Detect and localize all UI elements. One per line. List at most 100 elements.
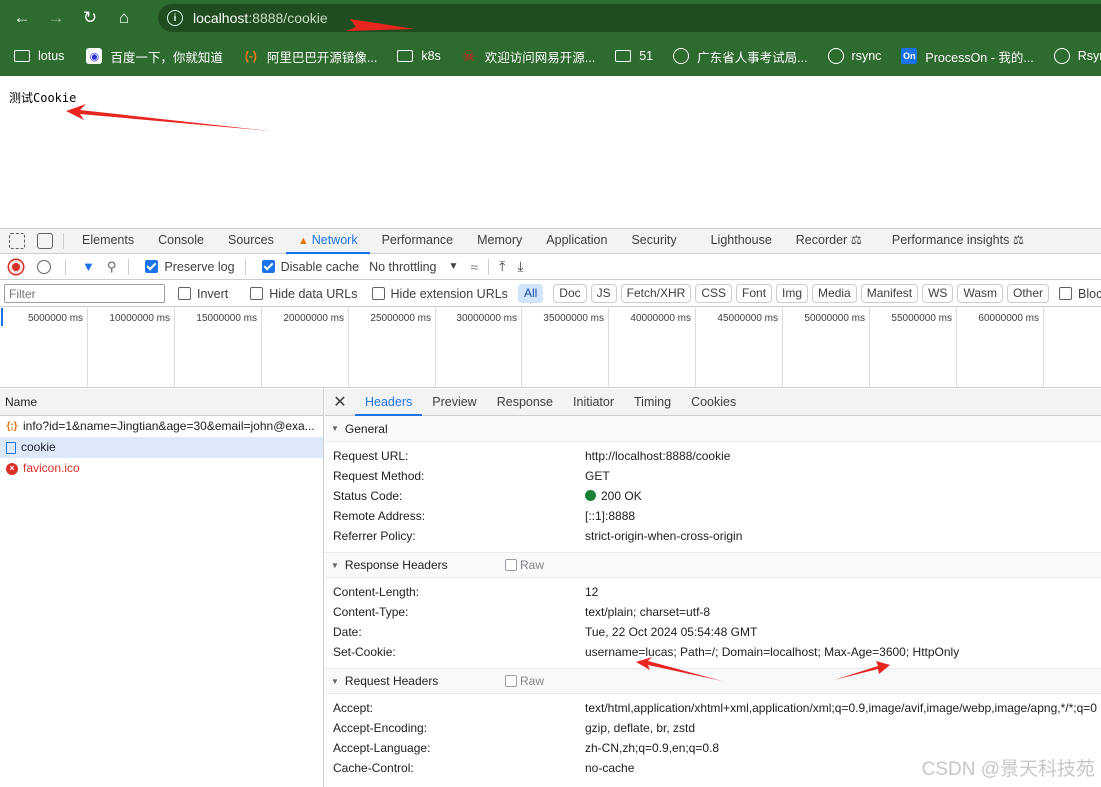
type-filter-css[interactable]: CSS [695, 284, 733, 303]
tab-memory[interactable]: Memory [465, 228, 534, 254]
forward-icon[interactable]: → [44, 6, 68, 30]
tab-sources[interactable]: Sources [216, 228, 286, 254]
back-icon[interactable]: ← [10, 6, 34, 30]
folder-icon [615, 50, 632, 62]
home-icon[interactable]: ⌂ [112, 6, 136, 30]
section-request-headers-header[interactable]: ▼ Request Headers Raw [325, 668, 1101, 694]
xhr-icon: {;} [6, 421, 18, 432]
record-stop-icon[interactable] [9, 259, 23, 274]
bookmark-gdrs[interactable]: 广东省人事考试局... [673, 47, 808, 66]
filter-input[interactable] [4, 284, 165, 303]
section-general-header[interactable]: ▼ General [325, 416, 1101, 442]
export-har-icon[interactable]: ⤓ [517, 258, 523, 275]
type-filter-js[interactable]: JS [590, 284, 617, 303]
type-filter-font[interactable]: Font [736, 284, 773, 303]
column-header-name[interactable]: Name [0, 389, 323, 416]
bookmark-rsync[interactable]: rsync [827, 48, 881, 64]
devtools-tabbar: Elements Console Sources ▲ Network Perfor… [0, 228, 1101, 254]
section-response-headers-header[interactable]: ▼ Response Headers Raw [325, 552, 1101, 578]
bookmark-baidu[interactable]: ◉ 百度一下，你就知道 [86, 47, 223, 66]
info-icon[interactable]: i [167, 10, 183, 26]
reload-icon[interactable]: ↻ [78, 6, 102, 30]
network-toolbar: ▼ ⚲ Preserve log Disable cache No thrott… [0, 254, 1101, 280]
filter-icon[interactable]: ▼ [82, 259, 95, 274]
network-conditions-icon[interactable]: ≈ [470, 259, 478, 275]
type-filter-doc[interactable]: Doc [553, 284, 587, 303]
hide-extension-urls-checkbox[interactable]: Hide extension URLs [371, 287, 508, 301]
bookmark-k8s[interactable]: k8s [397, 49, 441, 63]
header-row: Accept: text/html,application/xhtml+xml,a… [333, 701, 1097, 715]
tab-preview[interactable]: Preview [422, 389, 486, 416]
type-filter-ws[interactable]: WS [922, 284, 954, 303]
bookmark-aliyun[interactable]: (-) 阿里巴巴开源镜像... [243, 47, 377, 66]
tab-elements[interactable]: Elements [70, 228, 146, 254]
tab-timing[interactable]: Timing [624, 389, 681, 416]
type-filter-media[interactable]: Media [812, 284, 857, 303]
page-viewport: 测试Cookie [0, 76, 1101, 226]
address-bar[interactable]: i localhost:8888/cookie [158, 4, 1101, 32]
device-toolbar-icon[interactable] [37, 233, 53, 249]
timeline-gridline [348, 308, 349, 388]
timeline-gridline [869, 308, 870, 388]
invert-checkbox[interactable]: Invert [178, 287, 228, 301]
header-row: Date: Tue, 22 Oct 2024 05:54:48 GMT [333, 625, 758, 639]
tab-performance[interactable]: Performance [370, 228, 466, 254]
type-filter-other[interactable]: Other [1007, 284, 1050, 303]
timeline-label: 60000000 ms [978, 313, 1039, 324]
tab-initiator[interactable]: Initiator [563, 389, 624, 416]
bookmark-51[interactable]: 51 [615, 49, 653, 63]
tab-recorder[interactable]: Recorder ⚖ [784, 228, 880, 254]
tab-response[interactable]: Response [487, 389, 563, 416]
header-row: Status Code: 200 OK [333, 489, 642, 503]
import-har-icon[interactable]: ⤒ [499, 258, 505, 275]
bookmark-rsync-plus[interactable]: Rsync + [1053, 48, 1101, 64]
tab-performance-insights[interactable]: Performance insights ⚖ [880, 228, 1036, 254]
flask-icon: ⚖ [850, 233, 862, 247]
collapse-triangle-icon: ▼ [331, 560, 339, 570]
warning-icon: ▲ [297, 235, 309, 247]
raw-toggle-checkbox[interactable]: Raw [505, 558, 544, 572]
request-row-info[interactable]: {;} info?id=1&name=Jingtian&age=30&email=… [0, 416, 323, 437]
bookmark-lotus[interactable]: lotus [14, 49, 64, 63]
network-overview-timeline[interactable]: 5000000 ms 10000000 ms 15000000 ms 20000000… [0, 308, 1101, 388]
tab-cookies[interactable]: Cookies [681, 389, 746, 416]
baidu-icon: ◉ [86, 48, 103, 64]
status-code-value[interactable]: 200 OK [585, 489, 642, 503]
clear-icon[interactable] [37, 259, 51, 274]
tab-network[interactable]: ▲ Network [285, 228, 370, 254]
tab-headers[interactable]: Headers [355, 389, 423, 416]
header-row: Accept-Encoding: gzip, deflate, br, zstd [333, 721, 696, 735]
tab-lighthouse[interactable]: Lighthouse [699, 228, 784, 254]
preserve-log-checkbox[interactable]: Preserve log [145, 260, 235, 274]
type-filter-img[interactable]: Img [776, 284, 809, 303]
raw-toggle-checkbox[interactable]: Raw [505, 674, 544, 688]
folder-icon [14, 50, 30, 62]
request-row-cookie[interactable]: cookie [0, 437, 323, 458]
hide-data-urls-checkbox[interactable]: Hide data URLs [250, 287, 358, 301]
disable-cache-checkbox[interactable]: Disable cache [261, 260, 359, 274]
status-ok-icon [585, 490, 596, 501]
address-url[interactable]: localhost:8888/cookie [193, 10, 328, 26]
tab-console[interactable]: Console [146, 228, 216, 254]
timeline-gridline [435, 308, 436, 388]
request-row-favicon[interactable]: × favicon.ico [0, 458, 323, 479]
type-filter-all[interactable]: All [517, 284, 544, 303]
timeline-start-marker [1, 308, 3, 326]
close-icon[interactable]: ✕ [325, 392, 355, 412]
bookmark-netease[interactable]: ☠ 欢迎访问网易开源... [461, 47, 595, 66]
search-icon[interactable]: ⚲ [107, 259, 117, 275]
timeline-label: 30000000 ms [456, 313, 517, 324]
tab-security[interactable]: Security [619, 228, 698, 254]
set-cookie-value[interactable]: username=lucas; Path=/; Domain=localhost… [585, 645, 959, 659]
blocked-responses-checkbox[interactable]: Blocked resp [1059, 287, 1101, 301]
bookmark-processon[interactable]: On ProcessOn - 我的... [901, 47, 1034, 66]
type-filter-wasm[interactable]: Wasm [957, 284, 1003, 303]
caret-down-icon: ▼ [448, 261, 459, 272]
inspect-element-icon[interactable] [9, 233, 25, 249]
type-filter-manifest[interactable]: Manifest [860, 284, 919, 303]
type-filter-fetch-xhr[interactable]: Fetch/XHR [620, 284, 692, 303]
globe-icon [673, 48, 690, 64]
tab-application[interactable]: Application [534, 228, 619, 254]
throttling-select[interactable]: No throttling ▼ [369, 260, 458, 274]
timeline-label: 5000000 ms [28, 313, 84, 324]
